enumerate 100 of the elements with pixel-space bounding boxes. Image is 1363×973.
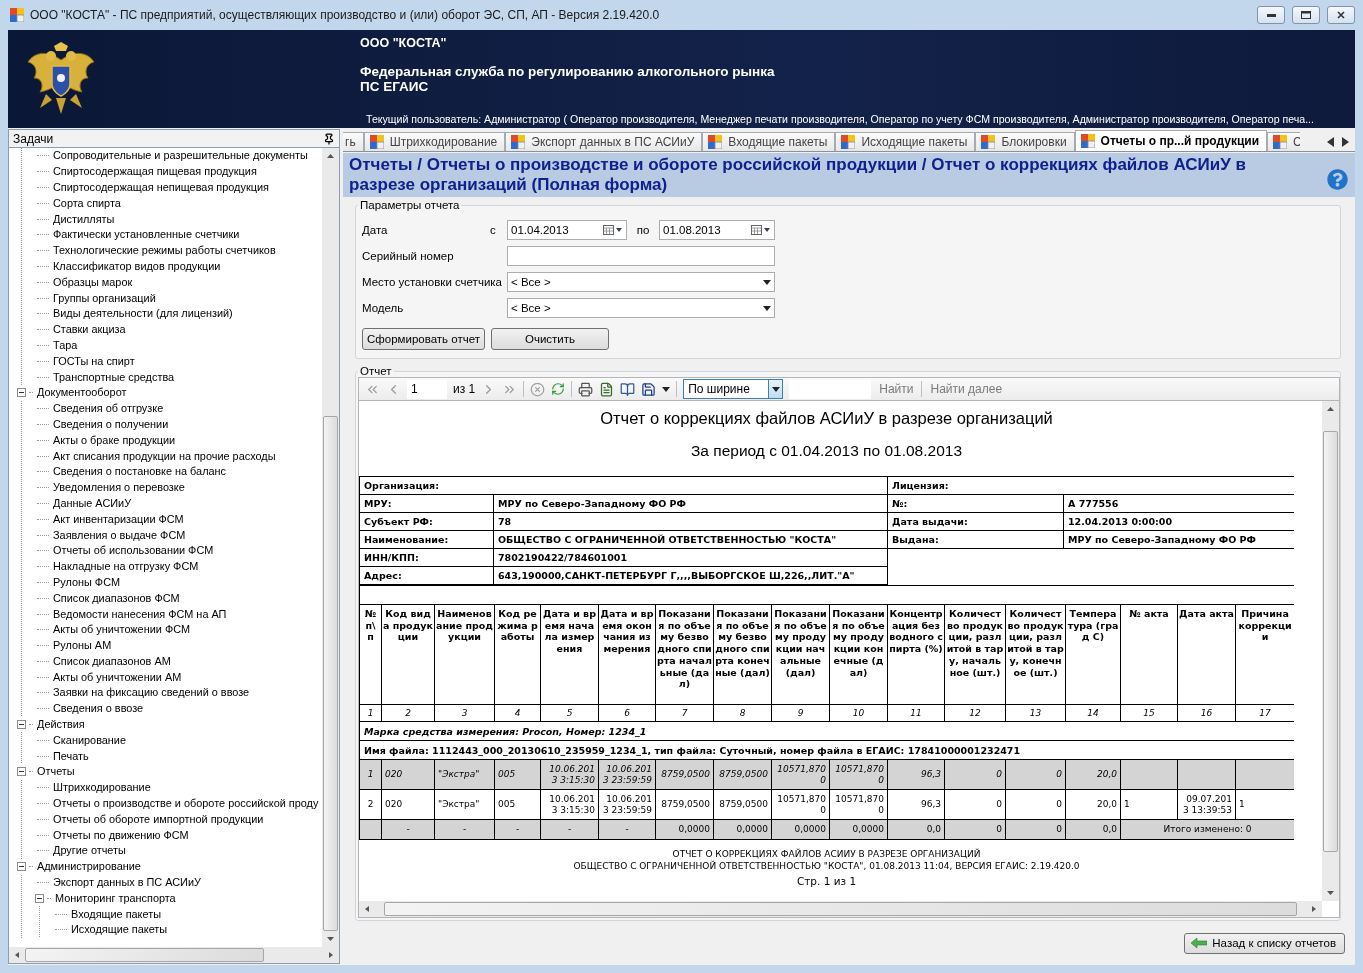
tree-item[interactable]: Отчеты о производстве и обороте российской проду [53, 797, 319, 811]
collapse-icon[interactable] [17, 720, 26, 730]
find-next-button[interactable]: Найти далее [928, 382, 1005, 396]
tree-item[interactable]: Администрирование [37, 860, 141, 874]
tree-item[interactable]: Группы организаций [53, 291, 156, 305]
tree-item[interactable]: Список диапазонов АМ [53, 654, 171, 668]
collapse-icon[interactable] [35, 893, 44, 903]
tree-item[interactable]: Штрихкодирование [53, 781, 151, 795]
tree-item[interactable]: Сведения об отгрузке [53, 402, 164, 416]
model-select[interactable]: < Все > [507, 298, 775, 318]
report-footer: ОТЧЕТ О КОРРЕКЦИЯХ ФАЙЛОВ АСИИУ В РАЗРЕЗЕ ОРГАНИЗАЦИЙ [672, 848, 981, 860]
tree-item[interactable]: ГОСТы на спирт [53, 354, 135, 368]
tree-item[interactable]: Дистилляты [53, 212, 115, 226]
scrollbar[interactable] [1322, 401, 1339, 901]
serial-number-field[interactable] [507, 246, 775, 266]
tree-item[interactable]: Отчеты по движению ФСМ [53, 828, 189, 842]
print-icon[interactable] [578, 381, 594, 397]
tree-item[interactable]: Отчеты [37, 765, 75, 779]
tree-item[interactable]: Печать [53, 749, 89, 763]
tree-item[interactable]: Накладные на отгрузку ФСМ [53, 560, 199, 574]
tree-item[interactable]: Фактически установленные счетчики [53, 228, 240, 242]
tree-item[interactable]: Рулоны АМ [53, 639, 112, 653]
tree-item[interactable]: Виды деятельности (для лицензий) [53, 307, 233, 321]
tree-item[interactable]: Сведения о получении [53, 417, 169, 431]
location-select[interactable]: < Все > [507, 272, 775, 292]
tree-item[interactable]: Образцы марок [53, 275, 133, 289]
scrollbar[interactable] [322, 148, 339, 947]
tree-item[interactable]: Спиртосодержащая пищевая продукция [53, 165, 257, 179]
collapse-icon[interactable] [17, 767, 26, 777]
tree-item[interactable]: Акты об уничтожении АМ [53, 670, 182, 684]
page-field[interactable]: 1 [407, 379, 447, 399]
scrollbar-thumb[interactable] [1323, 431, 1338, 853]
scroll-right-icon[interactable] [1342, 137, 1349, 147]
back-to-reports-button[interactable]: Назад к списку отчетов [1184, 932, 1345, 954]
tree-item[interactable]: Заявки на фиксацию сведений о ввозе [53, 686, 250, 700]
pin-icon[interactable] [323, 132, 335, 145]
close-button[interactable] [1327, 6, 1355, 24]
window-icon [511, 135, 526, 149]
tab[interactable]: Блокировки [975, 132, 1075, 151]
tree-item[interactable]: Сведения о ввозе [53, 702, 144, 716]
tree-item[interactable]: Исходящие пакеты [71, 923, 168, 937]
tree-item[interactable]: Технологические режимы работы счетчиков [53, 244, 276, 258]
refresh-icon[interactable] [551, 382, 566, 396]
page-setup-icon[interactable] [620, 381, 636, 397]
scroll-left-icon[interactable] [1327, 137, 1334, 147]
tree-item[interactable]: Заявления о выдаче ФСМ [53, 528, 186, 542]
tree-item[interactable]: Транспортные средства [53, 370, 175, 384]
scrollbar[interactable] [359, 901, 1322, 917]
tree-item[interactable]: Акт инвентаризации ФСМ [53, 512, 184, 526]
tree-item[interactable]: Сканирование [53, 733, 126, 747]
scrollbar-thumb[interactable] [384, 902, 1297, 916]
tree-item[interactable]: Мониторинг транспорта [55, 891, 176, 905]
tab[interactable]: гь [343, 132, 364, 151]
tab[interactable]: Исходящие пакеты [835, 132, 976, 151]
tree-item[interactable]: Спиртосодержащая непищевая продукция [53, 181, 269, 194]
help-icon[interactable] [1327, 168, 1348, 190]
tree-item[interactable]: Акты о браке продукции [53, 433, 176, 447]
tree-item[interactable]: Другие отчеты [53, 844, 126, 858]
tree-item[interactable]: Документооборот [37, 386, 127, 400]
tab[interactable]: Штрихкодирование [363, 132, 506, 151]
minimize-button[interactable] [1257, 6, 1285, 24]
tree-item[interactable]: Отчеты об использовании ФСМ [53, 544, 214, 558]
date-field[interactable]: 01.08.2013 [659, 220, 775, 240]
tree-item[interactable]: Сопроводительные и разрешительные документы [53, 149, 308, 163]
tree-item[interactable]: Классификатор видов продукции [53, 259, 221, 273]
tree-item[interactable]: Акты об уничтожении ФСМ [53, 623, 190, 637]
date-field[interactable]: 01.04.2013 [507, 220, 627, 240]
print-layout-icon[interactable] [599, 381, 615, 397]
column-header: Температура (град С) [1065, 604, 1121, 705]
tree-item[interactable]: Тара [53, 338, 78, 352]
tree-item[interactable]: Действия [37, 718, 85, 732]
tree-item[interactable]: Сведения о постановке на баланс [53, 465, 227, 479]
tree-item[interactable]: Уведомления о перевозке [53, 481, 185, 495]
tree-item[interactable]: Акт списания продукции на прочие расходы [53, 449, 276, 463]
tree-item[interactable]: Экспорт данных в ПС АСИиУ [53, 876, 201, 890]
tab[interactable]: Входящие пакеты [702, 132, 836, 151]
collapse-icon[interactable] [17, 862, 26, 872]
tree-item[interactable]: Входящие пакеты [71, 907, 161, 921]
search-field[interactable] [789, 379, 872, 399]
tree-item[interactable]: Данные АСИиУ [53, 496, 132, 510]
zoom-select[interactable]: По ширине [683, 379, 784, 399]
generate-report-button[interactable]: Сформировать отчет [362, 328, 485, 350]
save-icon[interactable] [641, 381, 657, 397]
restore-button[interactable] [1292, 6, 1320, 24]
tree-item[interactable]: Список диапазонов ФСМ [53, 591, 180, 605]
column-header: Показания по объему безводного спирта начальные (дал) [655, 604, 714, 705]
find-button[interactable]: Найти [877, 382, 916, 396]
tab[interactable]: Экспорт данных в ПС АСИиУ [505, 132, 703, 151]
table-cell: 020 [381, 759, 435, 790]
collapse-icon[interactable] [17, 388, 26, 398]
tab[interactable]: Отчеты о пр...й продукции [1074, 130, 1268, 151]
clear-button[interactable]: Очистить [491, 328, 609, 350]
scrollbar-thumb[interactable] [25, 948, 264, 962]
tree-item[interactable]: Ставки акциза [53, 323, 126, 337]
tree-item[interactable]: Ведомости нанесения ФСМ на АП [53, 607, 227, 621]
scrollbar[interactable] [9, 947, 339, 963]
tree-item[interactable]: Сорта спирта [53, 196, 121, 210]
scrollbar-thumb[interactable] [323, 416, 338, 931]
tree-item[interactable]: Отчеты об обороте импортной продукции [53, 812, 264, 826]
tree-item[interactable]: Рулоны ФСМ [53, 575, 120, 589]
